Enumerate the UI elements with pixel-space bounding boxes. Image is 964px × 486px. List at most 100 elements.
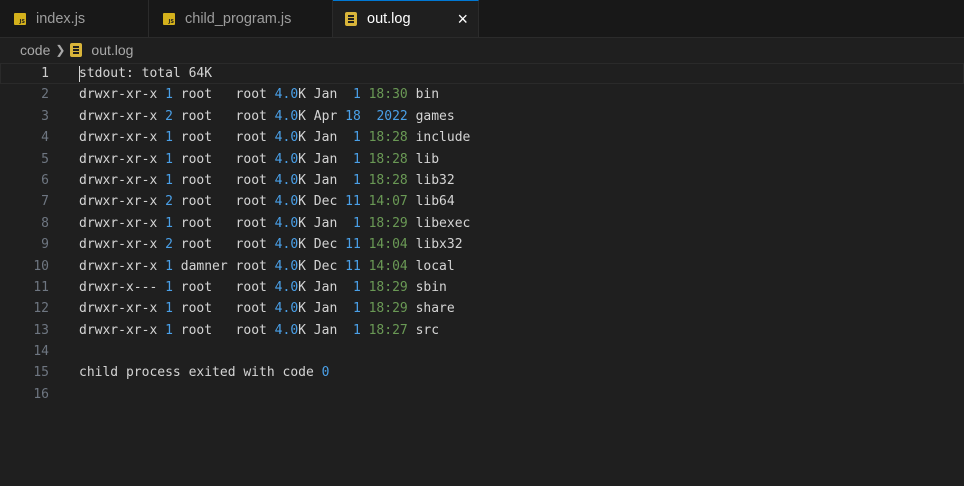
number-token: 4.0 xyxy=(274,172,299,188)
editor-line[interactable]: 7 drwxr-xr-x 2 root root 4.0K Dec 11 14:0… xyxy=(0,191,964,212)
number-token: 2022 xyxy=(376,108,408,124)
text-token: damner root xyxy=(172,258,275,274)
js-file-icon xyxy=(14,12,26,25)
text-token: drwxr-xr-x xyxy=(79,215,166,231)
text-token: drwxr-xr-x xyxy=(79,151,166,167)
time-token: 14:04 xyxy=(368,237,408,253)
line-text: drwxr-xr-x 1 damner root 4.0K Dec 11 14:… xyxy=(79,256,455,277)
text-token: drwxr-xr-x xyxy=(79,258,166,274)
text-token: root root xyxy=(172,130,275,146)
tab-index-js[interactable]: index.js xyxy=(0,0,149,37)
text-token: libx32 xyxy=(407,237,463,253)
number-token: 4.0 xyxy=(274,215,299,231)
log-file-icon xyxy=(70,43,83,57)
number-token: 1 xyxy=(352,301,361,317)
number-token: 1 xyxy=(165,279,173,295)
editor-line[interactable]: 9 drwxr-xr-x 2 root root 4.0K Dec 11 14:0… xyxy=(0,234,964,255)
line-number: 14 xyxy=(33,344,49,360)
number-token: 18 xyxy=(345,108,361,124)
line-text: drwxr-xr-x 1 root root 4.0K Jan 1 18:29 … xyxy=(79,213,470,234)
editor-line[interactable]: 10 drwxr-xr-x 1 damner root 4.0K Dec 11 1… xyxy=(0,256,964,277)
line-text: drwxr-xr-x 2 root root 4.0K Apr 18 2022 … xyxy=(79,106,455,127)
editor-content[interactable]: 1 stdout: total 64K 2 drwxr-xr-x 1 root roo… xyxy=(0,63,964,486)
editor-line[interactable]: 12 drwxr-xr-x 1 root root 4.0K Jan 1 18:2… xyxy=(0,298,964,319)
editor-line[interactable]: 11 drwxr-x--- 1 root root 4.0K Jan 1 18:2… xyxy=(0,277,964,298)
editor-line[interactable]: 1 stdout: total 64K xyxy=(0,63,964,85)
editor-line[interactable]: 4 drwxr-xr-x 1 root root 4.0K Jan 1 18:28… xyxy=(0,127,964,148)
editor-line[interactable]: 2 drwxr-xr-x 1 root root 4.0K Jan 1 18:30… xyxy=(0,84,964,105)
text-token: K Jan xyxy=(298,172,353,188)
text-token: lib xyxy=(407,151,440,167)
editor-line[interactable]: 6 drwxr-xr-x 1 root root 4.0K Jan 1 18:28… xyxy=(0,170,964,191)
number-token: 1 xyxy=(165,215,173,231)
line-number: 15 xyxy=(33,365,49,381)
text-token: drwxr-xr-x xyxy=(79,108,166,124)
line-number: 13 xyxy=(33,322,49,338)
chevron-right-icon: ❯ xyxy=(55,43,66,57)
text-token: games xyxy=(407,108,455,124)
editor-line[interactable]: 14 xyxy=(0,341,964,362)
text-token: root root xyxy=(172,172,275,188)
text-token: drwxr-xr-x xyxy=(79,322,166,338)
text-token: root root xyxy=(172,194,275,210)
line-number: 4 xyxy=(41,130,49,146)
editor-line[interactable]: 15 child process exited with code 0 xyxy=(0,362,964,383)
number-token: 4.0 xyxy=(274,130,299,146)
editor-line[interactable]: 3 drwxr-xr-x 2 root root 4.0K Apr 18 2022… xyxy=(0,106,964,127)
text-token: root root xyxy=(172,151,275,167)
line-text: drwxr-xr-x 1 root root 4.0K Jan 1 18:30 … xyxy=(79,84,439,105)
number-token: 4.0 xyxy=(274,301,299,317)
number-token: 1 xyxy=(352,322,361,338)
line-number: 1 xyxy=(41,66,49,81)
time-token: 18:29 xyxy=(368,279,408,295)
line-number: 11 xyxy=(33,279,49,295)
tab-out-log[interactable]: out.log × xyxy=(333,0,479,37)
text-token: local xyxy=(407,258,455,274)
text-token: share xyxy=(407,301,455,317)
text-token: root root xyxy=(172,108,275,124)
text-token: drwxr-x--- xyxy=(79,279,166,295)
line-text: drwxr-xr-x 1 root root 4.0K Jan 1 18:28 … xyxy=(79,127,470,148)
breadcrumb-folder[interactable]: code xyxy=(20,42,50,58)
text-token: K Jan xyxy=(298,151,353,167)
tab-label: out.log xyxy=(367,11,411,27)
text-token: root root xyxy=(172,215,275,231)
number-token: 1 xyxy=(165,322,173,338)
line-text: drwxr-xr-x 2 root root 4.0K Dec 11 14:07… xyxy=(79,191,455,212)
number-token: 0 xyxy=(321,365,330,381)
tab-child-program-js[interactable]: child_program.js xyxy=(149,0,333,37)
close-icon[interactable]: × xyxy=(453,10,472,28)
time-token: 18:29 xyxy=(368,215,408,231)
text-token: drwxr-xr-x xyxy=(79,87,166,103)
line-number: 8 xyxy=(41,215,49,231)
number-token: 1 xyxy=(352,279,361,295)
breadcrumb-file[interactable]: out.log xyxy=(91,42,133,58)
number-token: 11 xyxy=(345,237,361,253)
text-token: stdout: total 64K xyxy=(79,66,213,81)
number-token: 2 xyxy=(165,194,173,210)
time-token: 18:28 xyxy=(368,172,408,188)
editor-line[interactable]: 13 drwxr-xr-x 1 root root 4.0K Jan 1 18:2… xyxy=(0,320,964,341)
editor-line[interactable]: 16 xyxy=(0,384,964,405)
text-token: K Jan xyxy=(298,87,353,103)
text-token: drwxr-xr-x xyxy=(79,194,166,210)
text-token: drwxr-xr-x xyxy=(79,172,166,188)
line-number: 6 xyxy=(41,172,49,188)
text-token: root root xyxy=(172,301,275,317)
line-number: 12 xyxy=(33,301,49,317)
number-token: 11 xyxy=(345,194,361,210)
editor-line[interactable]: 5 drwxr-xr-x 1 root root 4.0K Jan 1 18:28… xyxy=(0,149,964,170)
line-number: 16 xyxy=(33,386,49,402)
text-token: sbin xyxy=(407,279,447,295)
editor-line[interactable]: 8 drwxr-xr-x 1 root root 4.0K Jan 1 18:29… xyxy=(0,213,964,234)
line-number: 9 xyxy=(41,237,49,253)
line-text: stdout: total 64K xyxy=(79,63,212,84)
text-token: K Jan xyxy=(298,322,353,338)
time-token: 18:29 xyxy=(368,301,408,317)
